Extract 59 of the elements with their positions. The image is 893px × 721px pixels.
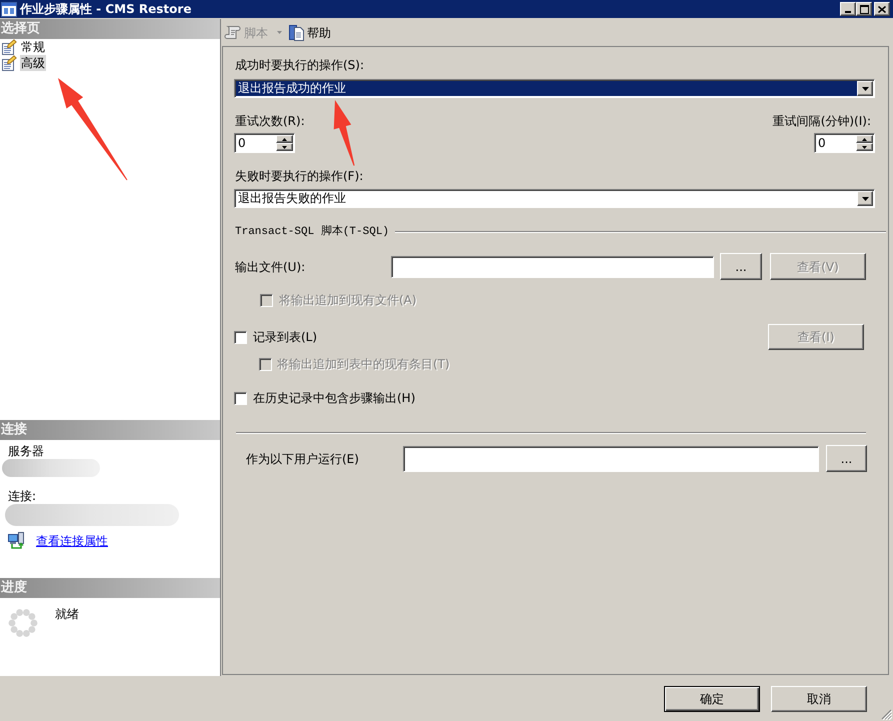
status-text: 就绪 (55, 607, 79, 621)
field-label: 输出文件(U): (235, 260, 306, 274)
down-arrow-icon (862, 146, 867, 148)
checkbox[interactable] (234, 330, 247, 344)
window-icon (1, 2, 17, 16)
scroll-icon (224, 24, 241, 41)
window-title: 作业步骤属性 - CMS Restore (20, 2, 192, 16)
caret-icon (277, 31, 282, 34)
retry-interval-spinner[interactable]: 0 (814, 133, 875, 153)
checkbox-label: 将输出追加到表中的现有条目(T) (277, 357, 450, 371)
size-grip-icon (881, 709, 892, 720)
section-title: Transact-SQL 脚本(T-SQL) (235, 225, 390, 239)
spin-up-button[interactable] (856, 135, 873, 143)
section-header: 选择页 (0, 19, 220, 39)
run-as-user-field[interactable] (403, 446, 819, 472)
maximize-icon (860, 4, 868, 14)
page-item[interactable]: 常规 (20, 39, 46, 55)
close-button[interactable] (874, 2, 890, 16)
retry-attempts-spinner[interactable]: 0 (234, 133, 295, 153)
field-label: 失败时要执行的操作(F): (235, 169, 364, 183)
browse-button[interactable]: ... (720, 253, 762, 280)
field-label: 重试次数(R): (235, 114, 305, 128)
output-file-field[interactable] (391, 256, 714, 278)
close-icon (878, 6, 886, 12)
maximize-button[interactable] (856, 2, 872, 16)
checkbox-label: 在历史记录中包含步骤输出(H) (253, 391, 416, 405)
connection-properties-link[interactable]: 查看连接属性 (36, 534, 108, 548)
minimize-icon (845, 11, 851, 13)
up-arrow-icon (282, 138, 287, 140)
dropdown-button[interactable] (857, 81, 873, 96)
checkbox[interactable] (234, 392, 247, 404)
field-label: 成功时要执行的操作(S): (235, 58, 364, 72)
spin-down-button[interactable] (276, 143, 293, 151)
checkbox-label: 记录到表(L) (253, 330, 318, 344)
dropdown-button[interactable] (857, 191, 873, 206)
failure-action-dropdown[interactable]: 退出报告失败的作业 (234, 189, 875, 208)
dialog-button[interactable]: 确定 (664, 686, 760, 712)
spin-down-button[interactable] (856, 143, 873, 151)
section-header: 连接 (0, 420, 220, 440)
spinner-icon (8, 608, 38, 638)
field-label: 重试间隔(分钟)(I): (772, 114, 871, 128)
caret-icon (862, 86, 868, 90)
success-action-dropdown[interactable]: 退出报告成功的作业 (234, 79, 875, 98)
browse-button[interactable]: ... (826, 445, 867, 472)
page-item[interactable]: 高级 (20, 55, 46, 71)
document-icon (289, 24, 304, 41)
server-label: 服务器 (8, 444, 44, 458)
spin-up-button[interactable] (276, 135, 293, 143)
caret-icon (862, 196, 868, 200)
minimize-button[interactable] (840, 2, 856, 16)
down-arrow-icon (282, 146, 287, 148)
field-label: 作为以下用户运行(E) (246, 452, 360, 466)
checkbox-label: 将输出追加到现有文件(A) (279, 293, 417, 307)
dialog-button[interactable]: 取消 (771, 686, 867, 712)
section-header: 进度 (0, 578, 220, 598)
up-arrow-icon (862, 138, 867, 140)
toolbar-button[interactable]: 帮助 (289, 22, 331, 44)
connection-label: 连接: (8, 489, 36, 503)
network-icon (8, 532, 25, 549)
